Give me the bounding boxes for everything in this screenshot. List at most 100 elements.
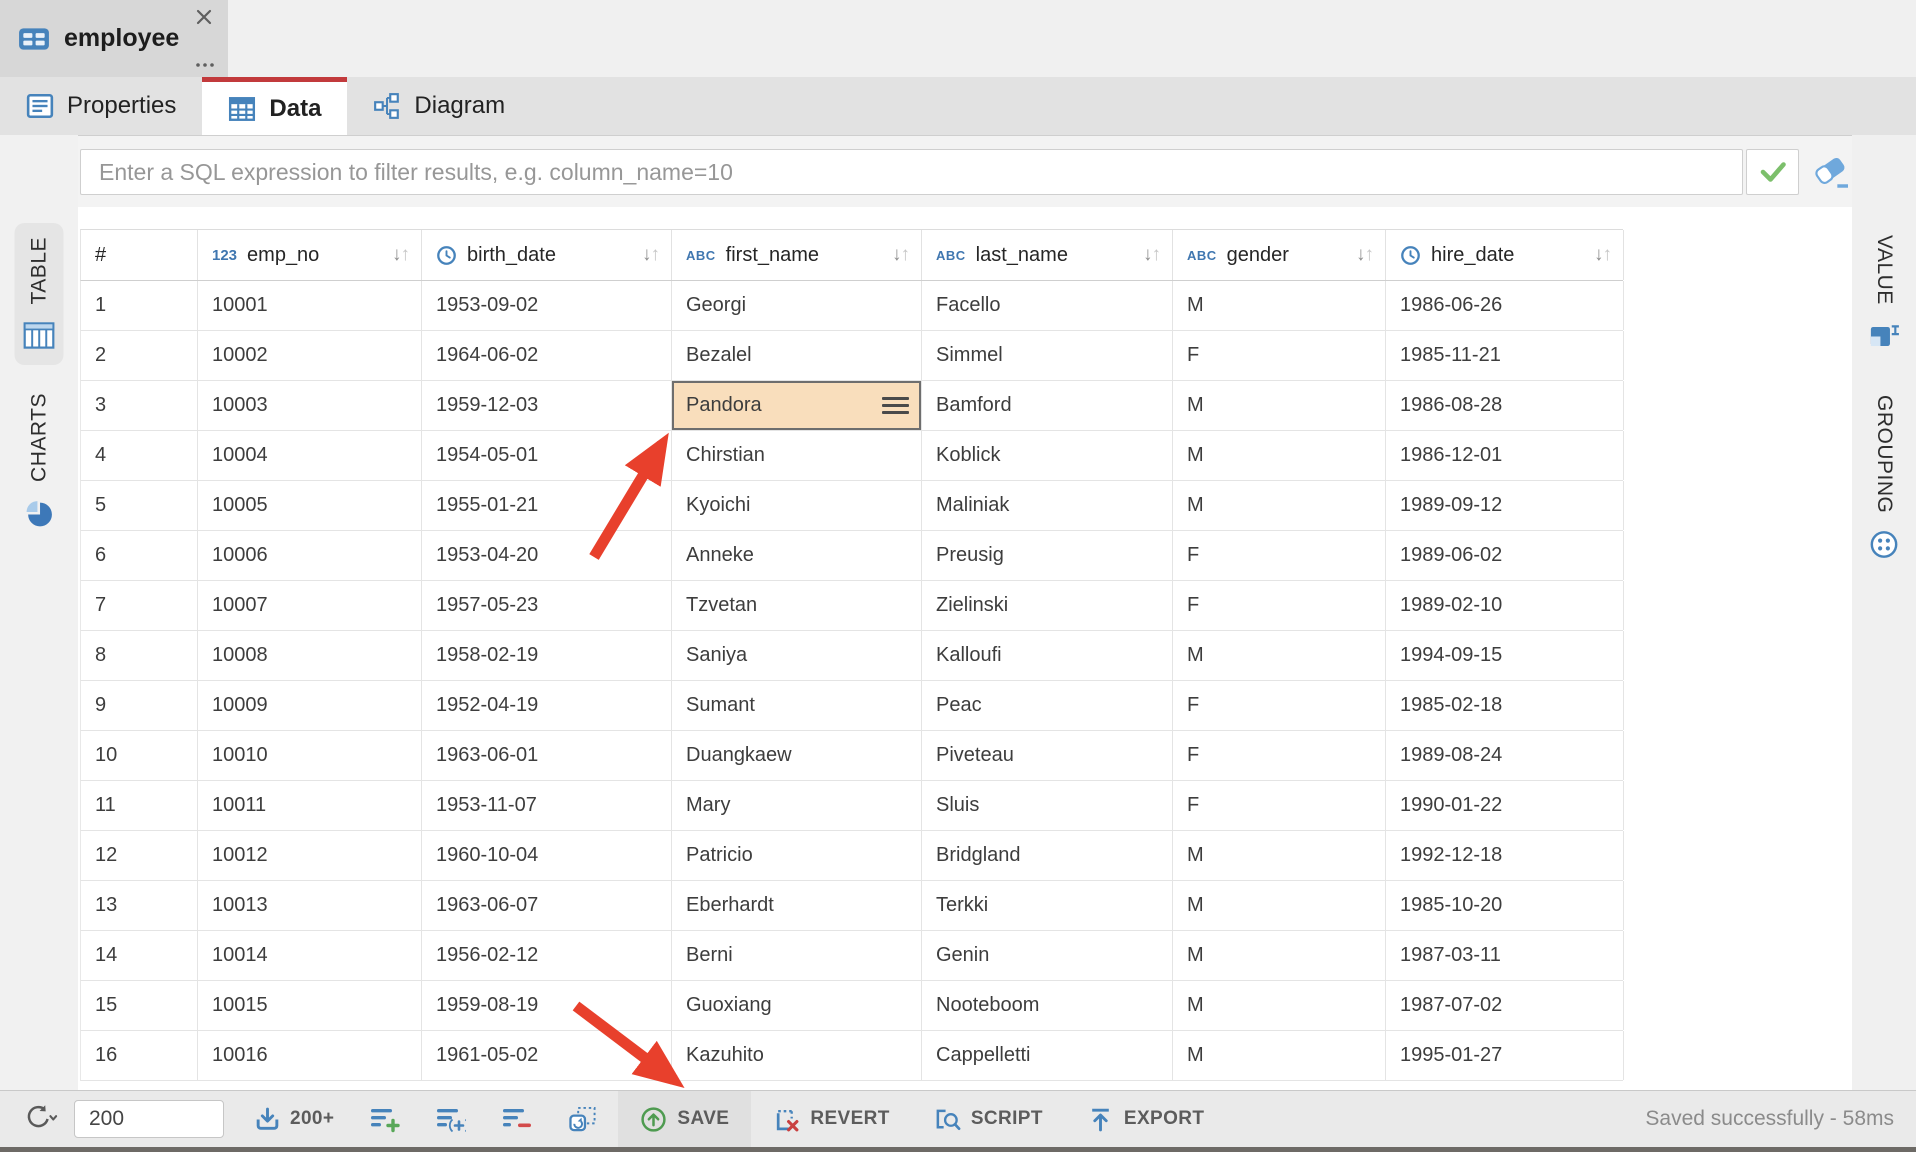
grid-cell[interactable]: 8 [81, 631, 198, 680]
grid-cell[interactable]: 1994-09-15 [1386, 631, 1624, 680]
grid-cell[interactable]: 1959-08-19 [422, 981, 672, 1030]
column-header-last_name[interactable]: ABClast_name↓↑ [922, 230, 1173, 280]
grid-cell[interactable]: Terkki [922, 881, 1173, 930]
grid-cell[interactable]: 1995-01-27 [1386, 1031, 1624, 1080]
grid-cell[interactable]: Bamford [922, 381, 1173, 430]
grid-cell[interactable]: M [1173, 281, 1386, 330]
grid-cell[interactable]: M [1173, 831, 1386, 880]
grid-cell[interactable]: M [1173, 381, 1386, 430]
tab-diagram[interactable]: Diagram [347, 77, 531, 135]
grid-cell[interactable]: 10007 [198, 581, 422, 630]
grid-cell[interactable]: 10004 [198, 431, 422, 480]
grid-cell[interactable]: 14 [81, 931, 198, 980]
grid-cell[interactable]: M [1173, 881, 1386, 930]
eraser-icon[interactable] [1812, 154, 1852, 190]
grid-cell[interactable]: Bridgland [922, 831, 1173, 880]
grid-cell[interactable]: F [1173, 331, 1386, 380]
grid-cell[interactable]: Peac [922, 681, 1173, 730]
column-header-hire_date[interactable]: hire_date↓↑ [1386, 230, 1624, 280]
add-row-icon[interactable] [370, 1106, 400, 1133]
grid-cell[interactable]: Kazuhito [672, 1031, 922, 1080]
grid-cell[interactable]: Patricio [672, 831, 922, 880]
grid-cell[interactable]: F [1173, 531, 1386, 580]
grid-cell[interactable]: 11 [81, 781, 198, 830]
grid-cell[interactable]: 1 [81, 281, 198, 330]
save-button[interactable]: SAVE [618, 1091, 751, 1147]
hamburger-icon[interactable] [882, 397, 909, 414]
grid-cell[interactable]: Simmel [922, 331, 1173, 380]
revert-button[interactable]: REVERT [751, 1091, 911, 1147]
grid-cell[interactable]: 1955-01-21 [422, 481, 672, 530]
grid-cell[interactable]: 3 [81, 381, 198, 430]
grid-cell[interactable]: 1954-05-01 [422, 431, 672, 480]
grid-cell[interactable]: 1986-06-26 [1386, 281, 1624, 330]
grid-cell[interactable]: Koblick [922, 431, 1173, 480]
grid-cell[interactable]: Kyoichi [672, 481, 922, 530]
tab-properties[interactable]: Properties [0, 77, 202, 135]
grid-cell[interactable]: M [1173, 481, 1386, 530]
grid-cell[interactable]: 1987-07-02 [1386, 981, 1624, 1030]
grid-cell[interactable]: 1953-04-20 [422, 531, 672, 580]
grid-cell[interactable]: Kalloufi [922, 631, 1173, 680]
grid-cell[interactable]: 1963-06-01 [422, 731, 672, 780]
grid-cell[interactable]: 9 [81, 681, 198, 730]
grid-cell[interactable]: M [1173, 981, 1386, 1030]
grid-cell[interactable]: Zielinski [922, 581, 1173, 630]
grid-cell[interactable]: 1987-03-11 [1386, 931, 1624, 980]
column-header-emp_no[interactable]: 123emp_no↓↑ [198, 230, 422, 280]
tab-data[interactable]: Data [202, 77, 347, 135]
apply-filter-button[interactable] [1746, 149, 1799, 195]
grid-cell[interactable]: Eberhardt [672, 881, 922, 930]
grid-cell[interactable]: 10005 [198, 481, 422, 530]
grid-cell[interactable]: Bezalel [672, 331, 922, 380]
grid-cell[interactable]: 1985-10-20 [1386, 881, 1624, 930]
close-icon[interactable] [194, 7, 214, 27]
grid-cell[interactable]: 10008 [198, 631, 422, 680]
export-button[interactable]: EXPORT [1065, 1091, 1227, 1147]
grid-cell[interactable]: 1986-08-28 [1386, 381, 1624, 430]
grid-cell[interactable]: 10002 [198, 331, 422, 380]
grid-cell[interactable]: 10015 [198, 981, 422, 1030]
grid-cell[interactable]: 7 [81, 581, 198, 630]
grid-cell[interactable]: Piveteau [922, 731, 1173, 780]
grid-cell[interactable]: 10012 [198, 831, 422, 880]
grid-cell[interactable]: Saniya [672, 631, 922, 680]
grid-cell[interactable]: Tzvetan [672, 581, 922, 630]
grid-cell[interactable]: 1958-02-19 [422, 631, 672, 680]
grid-cell[interactable]: 4 [81, 431, 198, 480]
duplicate-row-icon[interactable] [568, 1106, 598, 1133]
grid-cell[interactable]: 2 [81, 331, 198, 380]
rail-grouping-button[interactable]: GROUPING [1860, 381, 1909, 574]
grid-cell[interactable]: Guoxiang [672, 981, 922, 1030]
grid-cell[interactable]: 1990-01-22 [1386, 781, 1624, 830]
grid-cell[interactable]: M [1173, 431, 1386, 480]
fetch-more-button[interactable]: 200+ [254, 1106, 334, 1133]
sort-arrows-icon[interactable]: ↓↑ [392, 244, 409, 266]
grid-cell[interactable]: 10010 [198, 731, 422, 780]
grid-cell[interactable]: F [1173, 681, 1386, 730]
sort-arrows-icon[interactable]: ↓↑ [1356, 244, 1373, 266]
sort-arrows-icon[interactable]: ↓↑ [892, 244, 909, 266]
row-limit-input[interactable] [74, 1100, 224, 1138]
grid-cell[interactable]: 1957-05-23 [422, 581, 672, 630]
copy-row-icon[interactable] [436, 1106, 466, 1133]
grid-cell[interactable]: 10006 [198, 531, 422, 580]
grid-cell[interactable]: Mary [672, 781, 922, 830]
tab-employee[interactable]: employee [0, 0, 228, 77]
grid-cell[interactable]: 1986-12-01 [1386, 431, 1624, 480]
grid-cell[interactable]: 1956-02-12 [422, 931, 672, 980]
rail-value-button[interactable]: VALUE [1860, 221, 1909, 366]
grid-cell[interactable]: 1989-06-02 [1386, 531, 1624, 580]
grid-cell[interactable]: 1964-06-02 [422, 331, 672, 380]
rail-charts-button[interactable]: CHARTS [15, 379, 64, 543]
grid-cell[interactable]: Sumant [672, 681, 922, 730]
grid-cell[interactable]: 1961-05-02 [422, 1031, 672, 1080]
grid-cell[interactable]: Cappelletti [922, 1031, 1173, 1080]
grid-cell[interactable]: 1959-12-03 [422, 381, 672, 430]
grid-cell[interactable]: 1952-04-19 [422, 681, 672, 730]
grid-cell[interactable]: 1992-12-18 [1386, 831, 1624, 880]
grid-cell[interactable]: 16 [81, 1031, 198, 1080]
grid-cell[interactable]: Berni [672, 931, 922, 980]
grid-cell[interactable]: Preusig [922, 531, 1173, 580]
grid-cell[interactable]: Maliniak [922, 481, 1173, 530]
